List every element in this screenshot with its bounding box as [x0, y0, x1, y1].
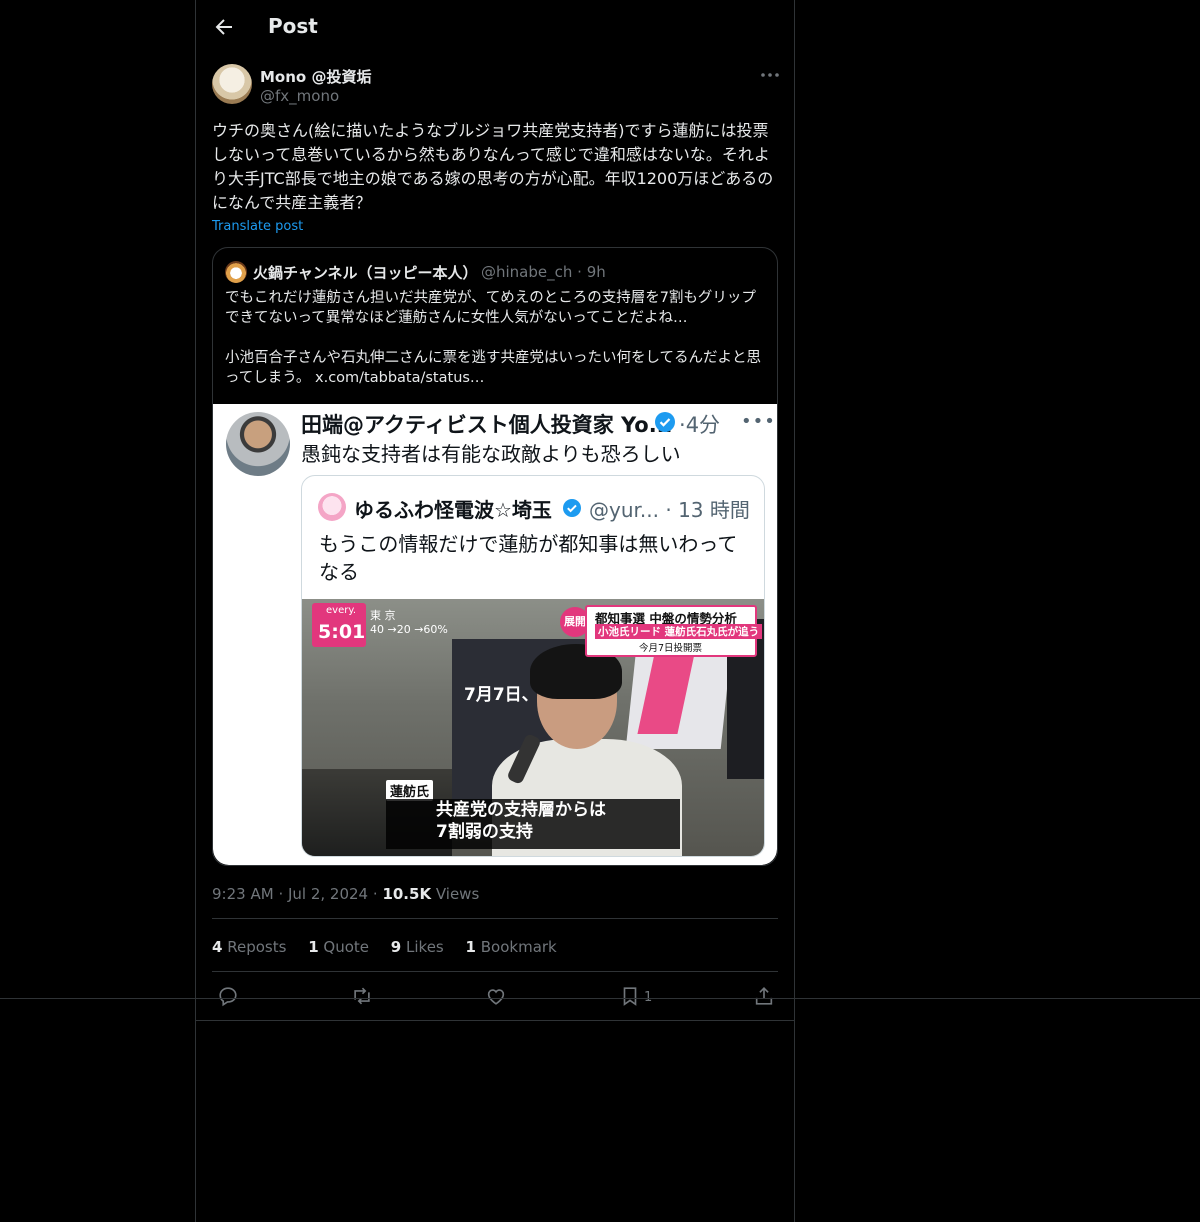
channel-clock: 5:01: [318, 621, 366, 643]
screenshot-time-value: 4分: [685, 413, 721, 437]
quote-time: 9h: [586, 263, 606, 281]
verified-check-icon: [655, 412, 675, 432]
engagement-stats: 4 Reposts 1 Quote 9 Likes 1 Bookmark: [212, 938, 574, 956]
inner-avatar: [318, 493, 346, 521]
inner-quoted-post: ゆるふわ怪電波☆埼玉 @yur... · 13 時間 もうこの情報だけで蓮舫が都…: [301, 475, 765, 857]
channel-logo: every. 5:01: [312, 603, 366, 647]
inner-handle: @yur...: [589, 498, 659, 522]
post-time[interactable]: 9:23 AM: [212, 885, 274, 903]
heart-icon[interactable]: [485, 985, 507, 1007]
caption-line-2: 7割弱の支持: [436, 822, 533, 842]
verified-check-icon: [563, 499, 581, 517]
page-title: Post: [268, 14, 318, 38]
likes-count: 9: [390, 938, 402, 956]
divider: [196, 1020, 794, 1021]
bookmark-icon[interactable]: [619, 985, 641, 1007]
banner-line-3: 今月7日投開票: [639, 643, 703, 654]
top-bar: Post: [196, 0, 794, 53]
author-avatar[interactable]: [212, 64, 252, 104]
post-meta: 9:23 AM · Jul 2, 2024 · 10.5K Views: [212, 885, 479, 903]
meta-separator: ·: [278, 885, 288, 903]
news-caption: 共産党の支持層からは 7割弱の支持: [386, 799, 680, 849]
quotes-stat[interactable]: 1 Quote: [308, 938, 369, 956]
weather-overlay: 東 京 40 →20 →60%: [370, 609, 448, 637]
likes-stat[interactable]: 9 Likes: [391, 938, 444, 956]
views-label: Views: [435, 885, 480, 903]
screenshot-author-name: 田端@アクティビスト個人投資家 Yo...: [301, 413, 673, 437]
news-banner: 都知事選 中盤の情勢分析 小池氏リード 蓮舫氏石丸氏が追う 今月7日投開票: [585, 605, 763, 657]
meta-separator: ·: [372, 885, 383, 903]
reposts-count: 4: [212, 938, 223, 956]
translate-post-link[interactable]: Translate post: [212, 219, 303, 234]
quote-count: 1: [308, 938, 319, 956]
caption-line-1: 共産党の支持層からは: [436, 800, 606, 820]
share-icon[interactable]: [753, 985, 775, 1007]
quote-label: Quote: [323, 938, 370, 956]
inner-meta: @yur... · 13 時間: [589, 498, 750, 522]
author-handle[interactable]: @fx_mono: [260, 87, 339, 105]
divider: [212, 971, 778, 972]
inner-text: もうこの情報だけで蓮舫が都知事は無いわってなる: [319, 532, 738, 584]
quote-text: でもこれだけ蓮舫さん担いだ共産党が、てめえのところの支持層を7割もグリップできて…: [225, 290, 762, 386]
bookmark-label: Bookmark: [480, 938, 557, 956]
quote-author-avatar: [225, 261, 247, 283]
bookmarks-stat[interactable]: 1 Bookmark: [466, 938, 557, 956]
quote-image[interactable]: 田端@アクティビスト個人投資家 Yo... ·4分 ••• 愚鈍な支持者は有能な…: [213, 404, 777, 865]
quote-author-meta: @hinabe_ch · 9h: [481, 263, 606, 281]
more-horizontal-icon: •••: [741, 411, 776, 432]
reposts-label: Reposts: [227, 938, 287, 956]
quoted-post[interactable]: 火鍋チャンネル（ヨッピー本人） @hinabe_ch · 9h でもこれだけ蓮舫…: [212, 247, 778, 866]
divider: [212, 918, 778, 919]
tv-news-photo: 7月7日、東京都 every. 5:01 東 京 40 →20 →60% 展開 …: [302, 599, 764, 856]
author-name[interactable]: Mono @投資垢: [260, 66, 371, 87]
weather-city: 東 京: [370, 609, 396, 622]
screenshot-time: ·4分: [679, 413, 721, 437]
arrow-left-icon[interactable]: [212, 15, 236, 39]
screenshot-avatar: [226, 412, 290, 476]
main-column: Post Mono @投資垢 @fx_mono ウチの奥さん(絵に描いたようなブ…: [195, 0, 795, 1222]
likes-label: Likes: [406, 938, 444, 956]
post-date[interactable]: Jul 2, 2024: [288, 885, 368, 903]
repost-icon[interactable]: [351, 985, 373, 1007]
channel-name: every.: [326, 605, 357, 616]
reposts-stat[interactable]: 4 Reposts: [212, 938, 286, 956]
name-tag: 蓮舫氏: [386, 780, 434, 801]
bookmark-count: 1: [465, 938, 476, 956]
banner-line-2: 小池氏リード 蓮舫氏石丸氏が追う: [595, 624, 763, 639]
inner-author-name: ゆるふわ怪電波☆埼玉: [354, 498, 552, 522]
quote-author-handle: @hinabe_ch: [481, 263, 573, 281]
weather-values: 40 →20 →60%: [370, 623, 448, 636]
inner-time: 13 時間: [678, 498, 750, 522]
views-count: 10.5K: [382, 885, 432, 903]
more-horizontal-icon[interactable]: [759, 66, 781, 84]
quote-author-name: 火鍋チャンネル（ヨッピー本人）: [253, 264, 478, 282]
reply-icon[interactable]: [217, 985, 239, 1007]
screenshot-text: 愚鈍な支持者は有能な政敵よりも恐ろしい: [301, 442, 681, 466]
post-text: ウチの奥さん(絵に描いたようなブルジョワ共産党支持者)ですら蓮舫には投票しないっ…: [212, 121, 774, 212]
horizontal-rule: [0, 998, 1200, 999]
